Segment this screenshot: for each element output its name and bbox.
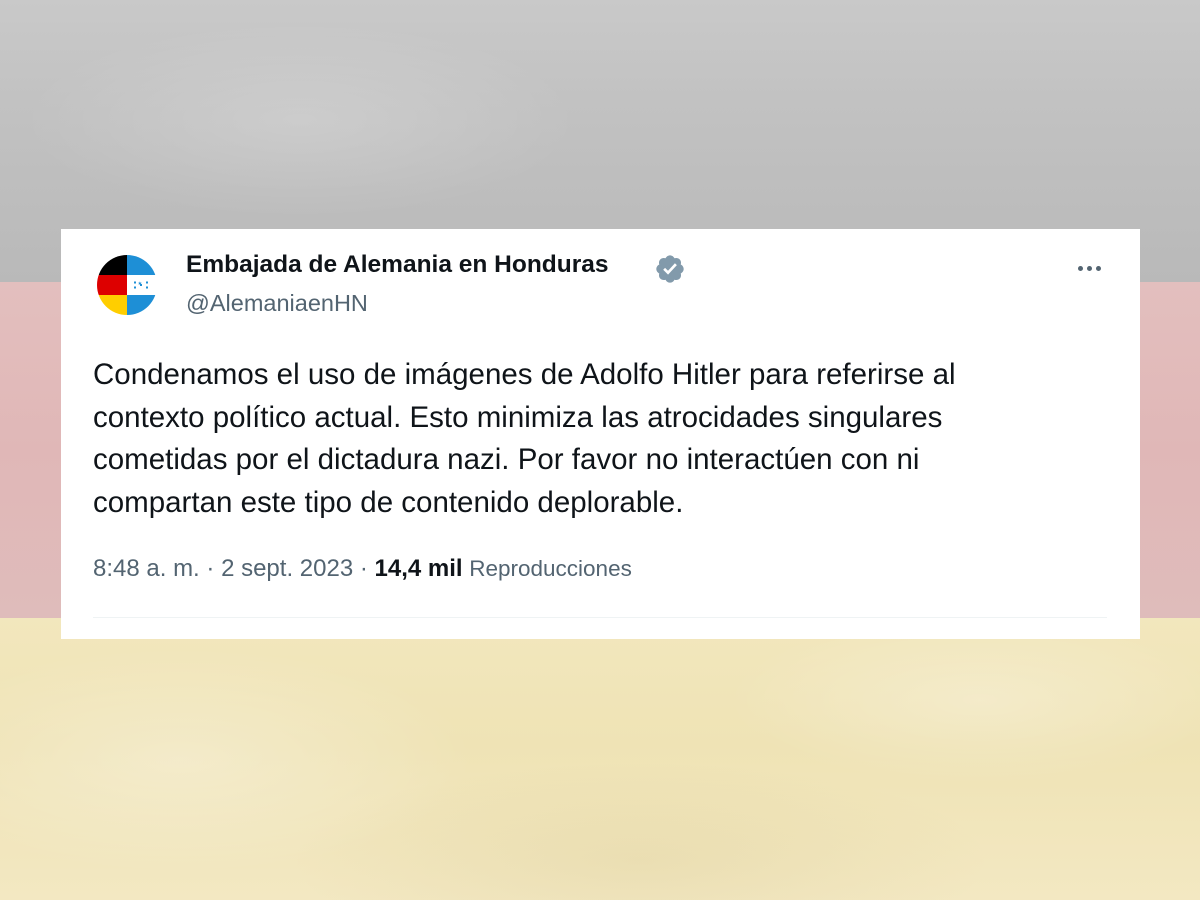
germany-honduras-flags-avatar-icon — [97, 255, 157, 315]
views-count: 14,4 mil — [374, 555, 463, 582]
tweet-text-line: cometidas por el dictadura nazi. Por fav… — [93, 443, 920, 476]
views-label: Reproducciones — [469, 556, 632, 581]
avatar[interactable] — [97, 255, 157, 315]
tweet-timestamp[interactable]: 8:48 a. m. — [93, 555, 200, 582]
more-options-button[interactable] — [1069, 253, 1109, 283]
tweet-date[interactable]: 2 sept. 2023 — [221, 555, 353, 582]
tweet-text-line: contexto político actual. Esto minimiza … — [93, 400, 943, 434]
tweet-text-line: Condenamos el uso de imágenes de Adolfo … — [93, 358, 956, 391]
divider — [93, 617, 1107, 618]
tweet-card[interactable]: Embajada de Alemania en Honduras @Aleman… — [61, 229, 1140, 639]
tweet-text: Condenamos el uso de imágenes de Adolfo … — [93, 354, 1113, 524]
tweet-meta: 8:48 a. m. · 2 sept. 2023 · 14,4 mil Rep… — [93, 555, 632, 583]
more-horizontal-icon — [1077, 265, 1101, 271]
meta-separator: · — [353, 555, 375, 582]
author-display-name[interactable]: Embajada de Alemania en Honduras — [186, 251, 609, 279]
tweet-text-line: compartan este tipo de contenido deplora… — [93, 485, 684, 519]
meta-separator: · — [199, 555, 222, 582]
author-handle[interactable]: @AlemaniaenHN — [186, 290, 368, 317]
verified-badge-icon — [656, 255, 684, 283]
